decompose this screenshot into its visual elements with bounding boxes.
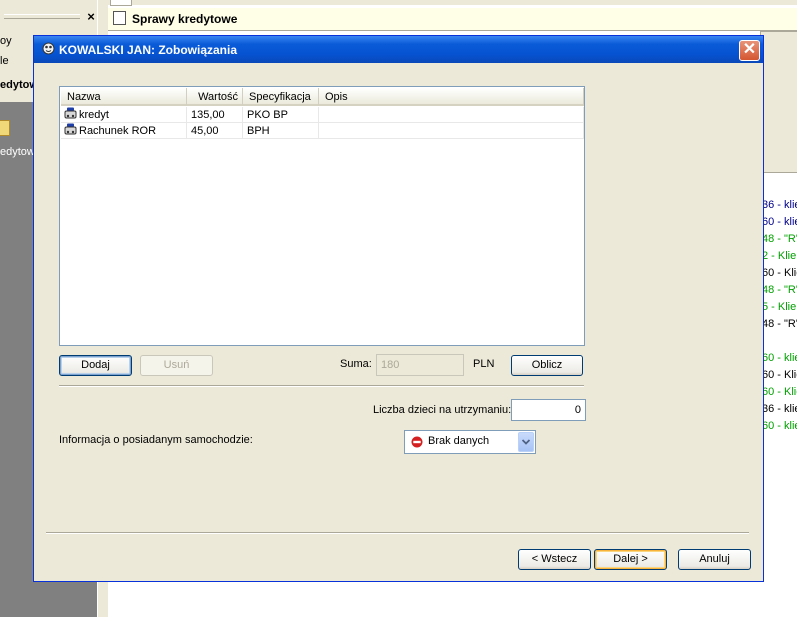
table-cell-text: Rachunek ROR: [79, 125, 157, 137]
left-panel-grip[interactable]: [4, 14, 80, 19]
column-header-nazwa[interactable]: Nazwa: [61, 88, 187, 106]
document-icon: [113, 11, 126, 25]
app-icon: [42, 42, 55, 55]
back-button[interactable]: < Wstecz: [518, 549, 591, 570]
background-row[interactable]: 48 - "R": [762, 316, 797, 333]
table-cell-text: kredyt: [79, 109, 109, 121]
children-count-input[interactable]: 0: [511, 399, 586, 421]
table-row[interactable]: Rachunek ROR 45,00 BPH: [61, 123, 584, 139]
dropdown-button[interactable]: [518, 432, 534, 452]
table-cell-opis: [319, 107, 584, 123]
children-label: Liczba dzieci na utrzymaniu:: [373, 404, 512, 416]
add-button[interactable]: Dodaj: [59, 355, 132, 376]
calculate-button[interactable]: Oblicz: [511, 355, 583, 376]
next-button[interactable]: Dalej >: [594, 549, 667, 570]
background-row[interactable]: 36 - klie: [762, 197, 797, 214]
background-row[interactable]: 60 - Klie: [762, 384, 797, 401]
no-entry-icon: [411, 436, 423, 448]
table-cell-specyfikacja: BPH: [243, 123, 319, 139]
separator-top: [59, 385, 584, 387]
main-window-title: Sprawy kredytowe: [132, 12, 238, 26]
sum-label: Suma:: [340, 358, 372, 370]
table-cell-nazwa: kredyt: [61, 107, 187, 123]
column-header-opis[interactable]: Opis: [319, 88, 584, 106]
left-panel-close-icon[interactable]: ×: [85, 10, 97, 24]
table-cell-wartosc: 135,00: [187, 107, 243, 123]
car-info-select[interactable]: Brak danych: [404, 430, 536, 454]
table-row[interactable]: kredyt 135,00 PKO BP: [61, 107, 584, 123]
cancel-button[interactable]: Anuluj: [678, 549, 751, 570]
car-info-label: Informacja o posiadanym samochodzie:: [59, 434, 253, 446]
background-row[interactable]: 60 - klie: [762, 214, 797, 231]
background-row[interactable]: 48 - "R": [762, 231, 797, 248]
background-row[interactable]: 60 - klie: [762, 350, 797, 367]
main-tab[interactable]: [110, 0, 132, 6]
table-cell-nazwa: Rachunek ROR: [61, 123, 187, 139]
close-button[interactable]: ✕: [739, 40, 760, 61]
separator-bottom: [46, 532, 749, 534]
background-row[interactable]: 5 - Klien: [762, 299, 797, 316]
background-row[interactable]: 48 - "R": [762, 282, 797, 299]
dialog-title: KOWALSKI JAN: Zobowiązania: [59, 43, 238, 57]
obligations-table[interactable]: Nazwa Wartość Specyfikacja Opis kredyt 13…: [59, 86, 585, 346]
obligation-icon: [64, 123, 77, 135]
car-info-value: Brak danych: [428, 435, 490, 447]
background-row[interactable]: 36 - klie: [762, 401, 797, 418]
table-cell-opis: [319, 123, 584, 139]
background-row[interactable]: 60 - Klie: [762, 367, 797, 384]
column-header-specyfikacja[interactable]: Specyfikacja: [243, 88, 319, 106]
background-row[interactable]: 60 - klie: [762, 418, 797, 435]
table-cell-wartosc: 45,00: [187, 123, 243, 139]
column-header-wartosc[interactable]: Wartość: [187, 88, 243, 106]
obligation-icon: [64, 107, 77, 119]
folder-icon[interactable]: [0, 120, 10, 136]
main-tabs-strip: [108, 0, 797, 5]
sum-field: 180: [376, 354, 464, 376]
dialog-window: KOWALSKI JAN: Zobowiązania ✕ Nazwa Warto…: [33, 35, 764, 582]
background-row[interactable]: 60 - Klie: [762, 265, 797, 282]
sum-unit: PLN: [473, 358, 495, 370]
background-row[interactable]: 2 - Klien: [762, 248, 797, 265]
remove-button[interactable]: Usuń: [140, 355, 213, 376]
main-upper-panel: [760, 31, 797, 173]
dialog-titlebar[interactable]: KOWALSKI JAN: Zobowiązania ✕: [34, 36, 763, 63]
chevron-down-icon: [522, 439, 530, 445]
table-cell-specyfikacja: PKO BP: [243, 107, 319, 123]
